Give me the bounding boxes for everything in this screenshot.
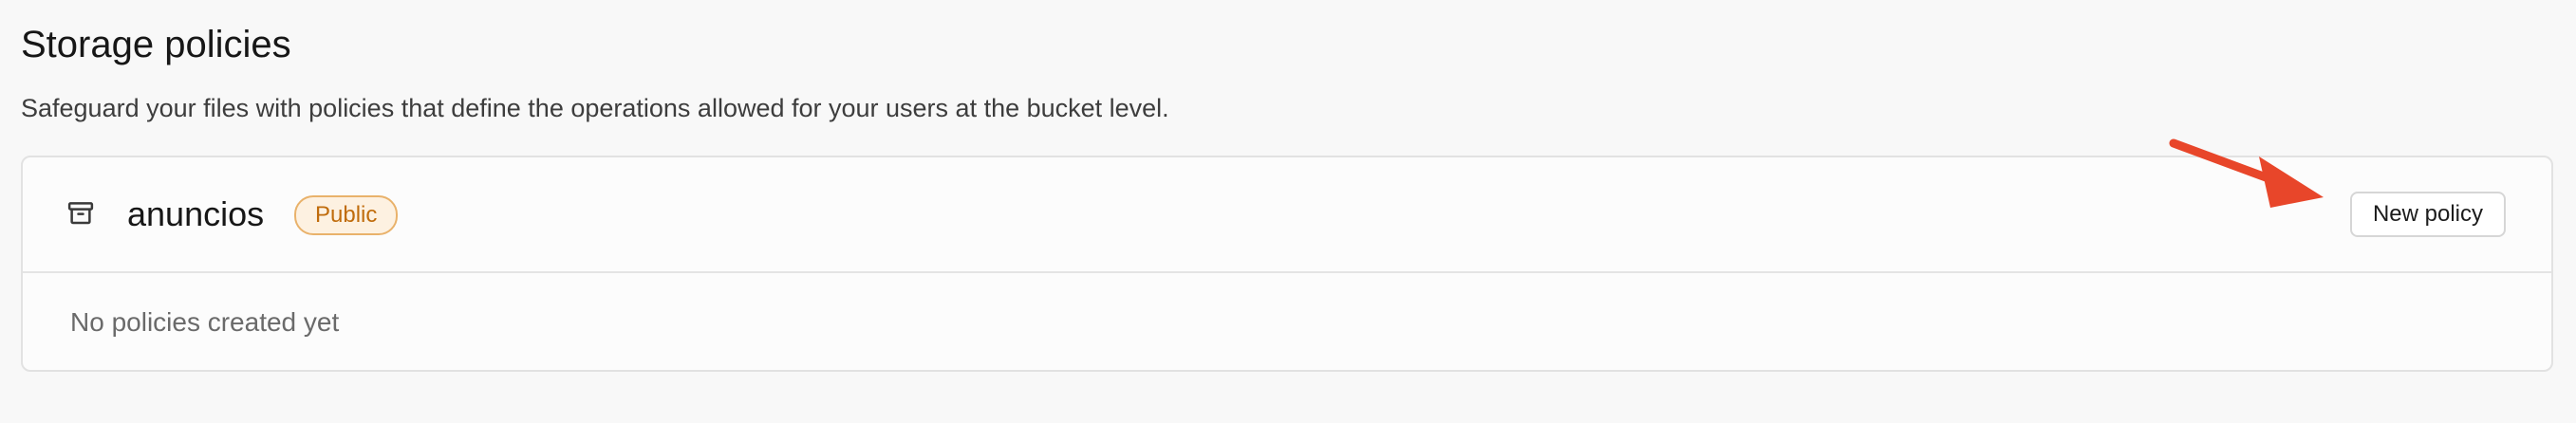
storage-policies-page: Storage policies Safeguard your files wi…: [0, 0, 2576, 423]
new-policy-button[interactable]: New policy: [2350, 192, 2506, 237]
empty-policies-message: No policies created yet: [70, 307, 340, 337]
bucket-name: anuncios: [127, 194, 265, 233]
public-badge: Public: [294, 195, 399, 235]
page-title: Storage policies: [21, 24, 291, 65]
bucket-policy-card: anuncios Public New policy No policies c…: [21, 156, 2553, 372]
archive-icon: [66, 199, 95, 228]
page-subtitle: Safeguard your files with policies that …: [21, 94, 1169, 122]
bucket-card-header: anuncios Public New policy: [23, 157, 2551, 273]
